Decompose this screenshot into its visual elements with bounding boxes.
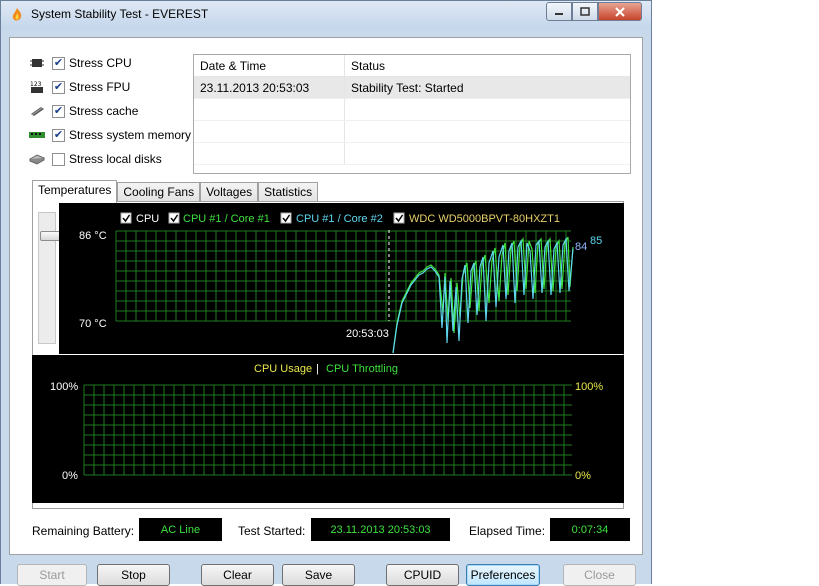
maximize-icon	[580, 6, 590, 16]
temperature-scale-slider[interactable]	[38, 212, 62, 344]
option-stress-cache[interactable]: ✔ Stress cache	[28, 102, 138, 120]
stop-button[interactable]: Stop	[97, 564, 170, 586]
battery-value: AC Line	[139, 518, 222, 541]
legend-item-core2[interactable]: CPU #1 / Core #2	[280, 212, 383, 225]
stress-fpu-checkbox[interactable]: ✔	[52, 80, 65, 94]
cpuid-button[interactable]: CPUID	[386, 564, 459, 586]
cache-chip-icon	[28, 104, 46, 118]
usage-right-top-label: 100%	[575, 381, 603, 393]
preferences-button[interactable]: Preferences	[466, 564, 540, 586]
legend-item-disk[interactable]: WDC WD5000BPVT-80HXZT1	[393, 212, 560, 225]
minimize-button[interactable]	[546, 2, 572, 21]
stability-test-window: System Stability Test - EVEREST ✔ Stress…	[0, 0, 652, 584]
clear-button[interactable]: Clear	[201, 564, 274, 586]
event-log-table[interactable]: Date & Time Status 23.11.2013 20:53:03 S…	[193, 54, 631, 174]
temperature-grid	[115, 230, 571, 322]
option-label: Stress CPU	[69, 56, 132, 70]
fpu-123-icon: 123	[28, 80, 46, 94]
legend-label-core2: CPU #1 / Core #2	[296, 213, 383, 225]
tab-statistics[interactable]: Statistics	[258, 182, 319, 202]
close-button[interactable]: Close	[563, 564, 636, 586]
test-start-time-label: 20:53:03	[346, 328, 389, 340]
table-row[interactable]: 23.11.2013 20:53:03 Stability Test: Star…	[194, 77, 630, 99]
end-value-84: 84	[575, 241, 587, 253]
option-stress-fpu[interactable]: 123 ✔ Stress FPU	[28, 78, 130, 96]
stress-memory-checkbox[interactable]: ✔	[52, 128, 65, 142]
tab-strip: Temperatures Cooling Fans Voltages Stati…	[32, 180, 319, 203]
legend-item-cpu[interactable]: CPU	[120, 212, 159, 225]
svg-text:123: 123	[30, 81, 42, 88]
cpu-chip-icon	[28, 56, 46, 70]
title-bar: System Stability Test - EVEREST	[1, 1, 651, 29]
test-started-label: Test Started:	[238, 524, 306, 538]
close-icon	[615, 6, 625, 17]
close-window-button[interactable]	[598, 2, 642, 21]
legend-item-core1[interactable]: CPU #1 / Core #1	[168, 212, 270, 225]
maximize-button[interactable]	[572, 2, 598, 21]
save-button[interactable]: Save	[282, 564, 355, 586]
stress-cache-checkbox[interactable]: ✔	[52, 104, 65, 118]
temp-axis-bottom-label: 70 °C	[79, 318, 107, 330]
usage-title-cpu-usage: CPU Usage	[254, 363, 312, 375]
tab-temperatures[interactable]: Temperatures	[32, 180, 118, 203]
client-area: ✔ Stress CPU 123 ✔ Stress FPU ✔ Stress c…	[9, 37, 643, 555]
elapsed-time-label: Elapsed Time:	[469, 524, 546, 538]
legend-label-core1: CPU #1 / Core #1	[183, 213, 270, 225]
option-label: Stress FPU	[69, 80, 131, 94]
temp-axis-top-label: 86 °C	[79, 230, 107, 242]
start-button[interactable]: Start	[17, 564, 87, 586]
column-header-status[interactable]: Status	[345, 55, 630, 76]
usage-title-separator: |	[316, 363, 319, 375]
end-value-85: 85	[590, 235, 602, 247]
table-row-empty	[194, 99, 630, 121]
legend-label-disk: WDC WD5000BPVT-80HXZT1	[409, 213, 560, 225]
memory-module-icon	[28, 128, 46, 142]
test-started-value: 23.11.2013 20:53:03	[311, 518, 450, 541]
hard-disk-icon	[28, 152, 46, 166]
row-status: Stability Test: Started	[351, 81, 464, 95]
everest-flame-icon	[12, 8, 22, 21]
usage-grid	[83, 384, 572, 476]
minimize-icon	[555, 12, 563, 15]
option-stress-memory[interactable]: ✔ Stress system memory	[28, 126, 191, 144]
stress-disks-checkbox[interactable]	[52, 152, 65, 166]
stress-cpu-checkbox[interactable]: ✔	[52, 56, 65, 70]
tab-voltages[interactable]: Voltages	[200, 182, 259, 202]
temperature-chart: CPU CPU #1 / Core #1 CPU #1 / Core #2 WD…	[59, 203, 624, 354]
legend-label-cpu: CPU	[136, 213, 159, 225]
table-row-empty	[194, 143, 630, 165]
usage-left-top-label: 100%	[50, 381, 78, 393]
usage-right-bottom-label: 0%	[575, 470, 591, 482]
option-stress-cpu[interactable]: ✔ Stress CPU	[28, 54, 132, 72]
option-stress-disks[interactable]: Stress local disks	[28, 150, 162, 168]
usage-title-throttling: CPU Throttling	[326, 363, 398, 375]
column-header-datetime[interactable]: Date & Time	[194, 55, 345, 76]
table-header: Date & Time Status	[194, 55, 630, 77]
battery-label: Remaining Battery:	[32, 524, 135, 538]
usage-left-bottom-label: 0%	[62, 470, 78, 482]
cpu-usage-chart: CPU Usage | CPU Throttling 100% 0% 100% …	[32, 355, 624, 503]
option-label: Stress cache	[69, 104, 139, 118]
tab-cooling-fans[interactable]: Cooling Fans	[117, 182, 201, 202]
option-label: Stress system memory	[69, 128, 192, 142]
table-row-empty	[194, 121, 630, 143]
elapsed-time-value: 0:07:34	[550, 518, 630, 541]
option-label: Stress local disks	[69, 152, 162, 166]
status-bar: Remaining Battery: AC Line Test Started:…	[10, 515, 642, 545]
window-title: System Stability Test - EVEREST	[31, 7, 209, 21]
row-datetime: 23.11.2013 20:53:03	[194, 77, 345, 98]
